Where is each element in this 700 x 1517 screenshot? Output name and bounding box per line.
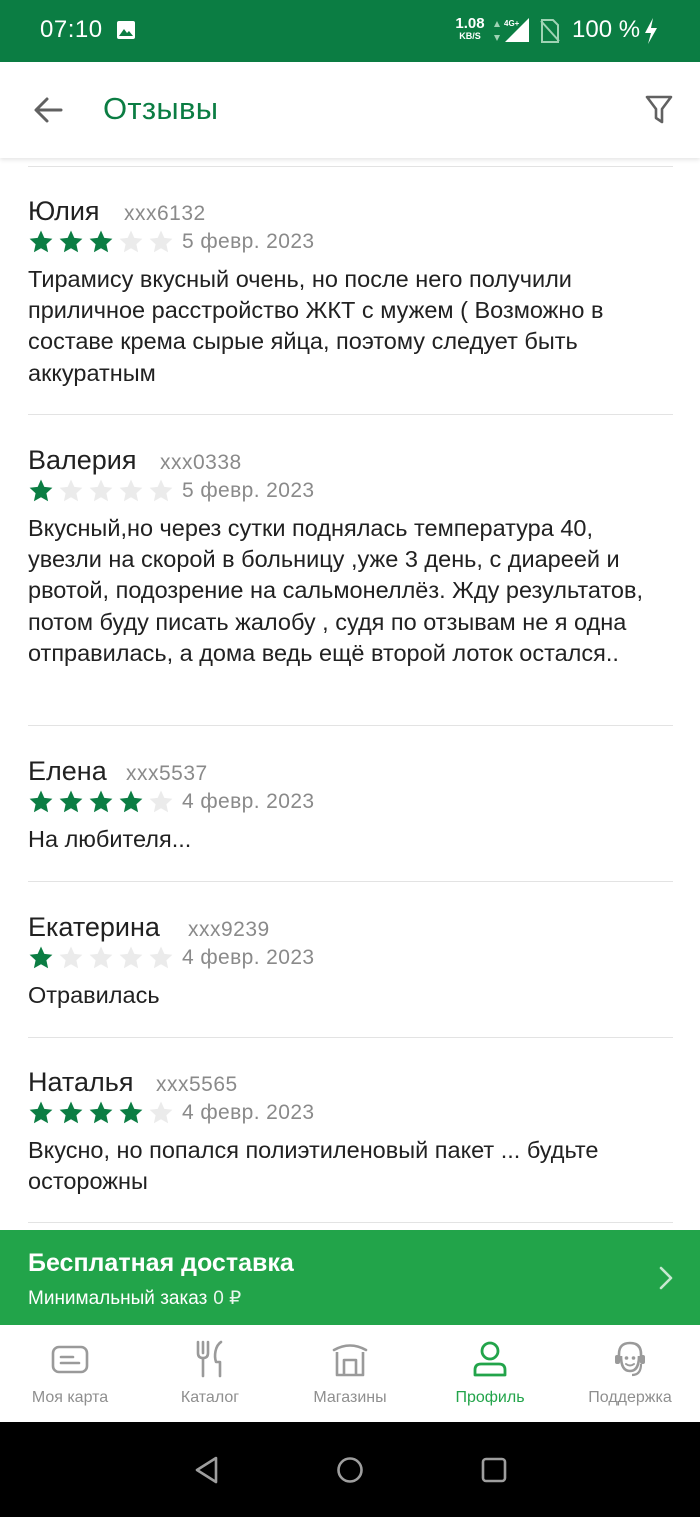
nav-item-my-card[interactable]: Моя карта — [0, 1325, 140, 1422]
rating-stars — [28, 945, 178, 971]
review-date: 4 февр. 2023 — [182, 790, 315, 813]
review-date: 5 февр. 2023 — [182, 479, 315, 502]
banner-subtitle: Минимальный заказ 0 ₽ — [28, 1287, 241, 1310]
star-filled-icon — [88, 1100, 118, 1126]
profile-icon — [473, 1341, 507, 1377]
nav-label: Поддержка — [588, 1389, 672, 1406]
star-empty-icon — [148, 789, 178, 815]
review-text: Вкусный,но через сутки поднялась темпера… — [28, 515, 643, 666]
star-filled-icon — [118, 789, 148, 815]
star-filled-icon — [58, 789, 88, 815]
rating-stars — [28, 229, 178, 255]
star-filled-icon — [28, 1100, 58, 1126]
system-home-icon[interactable] — [336, 1456, 364, 1484]
reviewer-name: Наталья — [28, 1067, 134, 1097]
data-arrows-icon — [494, 21, 500, 41]
fork-knife-icon — [196, 1340, 223, 1378]
network-speed-value: 1.08 — [455, 15, 485, 32]
rating-stars — [28, 789, 178, 815]
star-filled-icon — [28, 945, 58, 971]
charging-icon — [645, 18, 657, 44]
star-empty-icon — [118, 945, 148, 971]
star-empty-icon — [148, 478, 178, 504]
review-date: 4 февр. 2023 — [182, 1101, 315, 1124]
star-filled-icon — [118, 1100, 148, 1126]
reviewer-phone: xxx5565 — [156, 1073, 238, 1096]
star-filled-icon — [58, 1100, 88, 1126]
review-text: Отравилась — [28, 982, 160, 1008]
nav-item-support[interactable]: Поддержка — [560, 1325, 700, 1422]
review-text: Вкусно, но попался полиэтиленовый пакет … — [28, 1137, 599, 1195]
nav-label: Магазины — [313, 1389, 387, 1406]
review-date: 4 февр. 2023 — [182, 946, 315, 969]
filter-icon[interactable] — [644, 93, 674, 127]
chevron-right-icon — [659, 1266, 673, 1290]
battery-percent: 100 % — [572, 16, 641, 43]
star-filled-icon — [58, 229, 88, 255]
star-empty-icon — [88, 478, 118, 504]
reviewer-phone: xxx9239 — [188, 918, 270, 941]
divider — [28, 881, 673, 882]
reviewer-name: Валерия — [28, 445, 137, 475]
system-navigation-bar — [0, 1422, 700, 1517]
divider — [28, 1222, 673, 1223]
reviewer-phone: xxx0338 — [160, 451, 242, 474]
signal-icon: 4G+ — [504, 18, 529, 42]
rating-stars — [28, 1100, 178, 1126]
divider — [28, 1037, 673, 1038]
image-notification-icon — [117, 21, 135, 39]
no-sim-icon — [540, 19, 560, 43]
reviewer-phone: xxx5537 — [126, 762, 208, 785]
star-empty-icon — [148, 1100, 178, 1126]
nav-label: Моя карта — [31, 1389, 109, 1406]
star-filled-icon — [28, 789, 58, 815]
nav-label: Каталог — [180, 1389, 240, 1406]
reviewer-phone: xxx6132 — [124, 202, 206, 225]
nav-label: Профиль — [455, 1389, 525, 1406]
star-empty-icon — [148, 229, 178, 255]
reviewer-name: Юлия — [28, 196, 100, 226]
status-time: 07:10 — [40, 16, 103, 43]
network-speed: 1.08 KB/S — [452, 16, 488, 41]
reviews-list[interactable]: Юлия xxx6132 5 февр. 2023 Тирамису вкусн… — [0, 158, 700, 1230]
review-text: Тирамису вкусный очень, но после него по… — [28, 266, 604, 386]
star-filled-icon — [28, 478, 58, 504]
star-filled-icon — [28, 229, 58, 255]
system-back-icon[interactable] — [192, 1455, 222, 1485]
star-empty-icon — [118, 229, 148, 255]
star-filled-icon — [88, 229, 118, 255]
star-empty-icon — [148, 945, 178, 971]
network-type-label: 4G+ — [504, 19, 520, 28]
divider — [28, 414, 673, 415]
status-bar: 07:10 1.08 KB/S 4G+ 100 % — [0, 0, 700, 62]
app-bar: Отзывы — [0, 62, 700, 158]
star-empty-icon — [58, 478, 88, 504]
nav-item-profile[interactable]: Профиль — [420, 1325, 560, 1422]
free-delivery-banner[interactable]: Бесплатная доставка Минимальный заказ 0 ₽ — [0, 1230, 700, 1325]
divider — [28, 725, 673, 726]
page-title: Отзывы — [103, 91, 219, 126]
min-order-label: Минимальный заказ — [28, 1288, 208, 1309]
review-text: На любителя... — [28, 826, 192, 852]
star-filled-icon — [88, 789, 118, 815]
reviewer-name: Екатерина — [28, 912, 160, 942]
star-empty-icon — [88, 945, 118, 971]
divider — [28, 166, 673, 167]
star-empty-icon — [118, 478, 148, 504]
min-order-amount: 0 ₽ — [213, 1288, 242, 1309]
arrow-left-icon[interactable] — [30, 92, 66, 128]
nav-item-stores[interactable]: Магазины — [280, 1325, 420, 1422]
bottom-navigation: Моя карта Каталог Магазины Профиль Подде… — [0, 1325, 700, 1422]
system-recents-icon[interactable] — [480, 1456, 508, 1484]
reviewer-name: Елена — [28, 756, 107, 786]
network-speed-unit: KB/S — [459, 31, 481, 41]
card-icon — [51, 1345, 89, 1374]
support-icon — [615, 1341, 645, 1377]
star-empty-icon — [58, 945, 88, 971]
store-icon — [332, 1344, 368, 1377]
review-date: 5 февр. 2023 — [182, 230, 315, 253]
banner-title: Бесплатная доставка — [28, 1249, 294, 1277]
nav-item-catalog[interactable]: Каталог — [140, 1325, 280, 1422]
rating-stars — [28, 478, 178, 504]
